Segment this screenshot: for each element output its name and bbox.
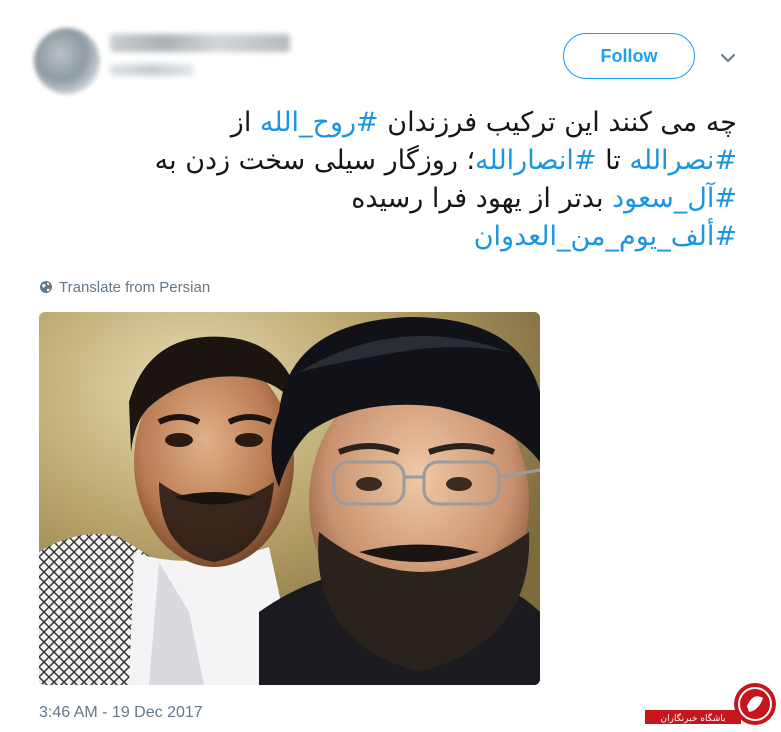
- watermark-text: باشگاه خبرنگاران: [661, 712, 726, 724]
- chevron-down-icon[interactable]: [716, 48, 740, 68]
- globe-icon: [40, 281, 52, 293]
- tweet-text-line: #ألف_يوم_من_العدوان: [37, 218, 737, 256]
- tweet-text-line: #نصرالله تا #انصارالله؛ روزگار سیلی سخت …: [37, 142, 737, 180]
- hashtag-link[interactable]: #روح_الله: [260, 107, 379, 138]
- tweet-text-segment: چه می کنند این ترکیب فرزندان: [378, 107, 737, 138]
- hashtag-link[interactable]: #نصرالله: [629, 145, 737, 176]
- tweet-text-line: چه می کنند این ترکیب فرزندان #روح_الله ا…: [37, 104, 737, 142]
- hashtag-link[interactable]: #ألف_يوم_من_العدوان: [474, 221, 737, 252]
- portrait-illustration: [39, 312, 540, 685]
- tweet-timestamp[interactable]: 3:46 AM - 19 Dec 2017: [39, 704, 203, 722]
- tweet-text-segment: از: [230, 107, 260, 138]
- hashtag-link[interactable]: #آل_سعود: [612, 183, 737, 214]
- tweet-text: چه می کنند این ترکیب فرزندان #روح_الله ا…: [37, 104, 737, 256]
- follow-button-label: Follow: [600, 45, 658, 66]
- translate-link[interactable]: Translate from Persian: [39, 277, 210, 297]
- tweet-text-segment: تا: [596, 145, 630, 176]
- hashtag-link[interactable]: #انصارالله: [475, 145, 596, 176]
- avatar[interactable]: [34, 28, 100, 94]
- tweet-text-line: #آل_سعود بدتر از یهود فرا رسیده: [37, 180, 737, 218]
- display-name-blurred[interactable]: [110, 34, 290, 52]
- follow-button[interactable]: Follow: [563, 33, 695, 79]
- watermark-logo: باشگاه خبرنگاران: [645, 682, 777, 728]
- username-blurred[interactable]: [110, 64, 194, 76]
- tweet-text-segment: بدتر از یهود فرا رسیده: [351, 183, 613, 214]
- translate-label: Translate from Persian: [59, 278, 211, 296]
- tweet-text-segment: ؛ روزگار سیلی سخت زدن به: [154, 145, 476, 176]
- tweet-image[interactable]: [39, 312, 540, 685]
